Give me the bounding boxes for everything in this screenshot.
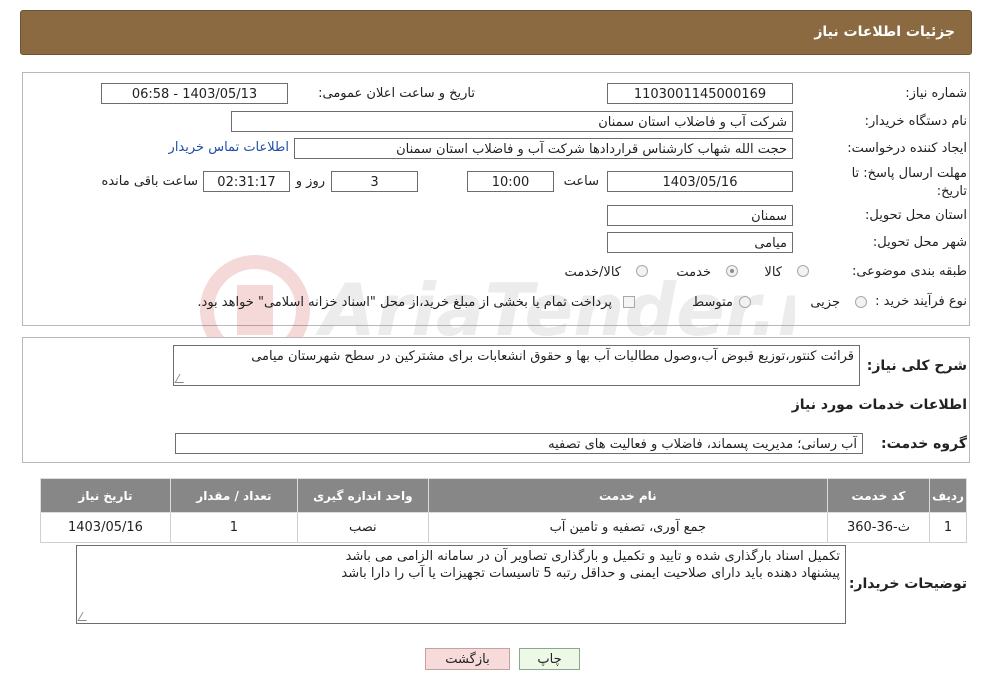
treasury-payment-text: پرداخت تمام یا بخشی از مبلغ خرید،از محل … <box>197 295 612 310</box>
category-option-service: خدمت <box>676 265 711 280</box>
col-qty: تعداد / مقدار <box>169 478 298 513</box>
page-title: جزئیات اطلاعات نیاز <box>814 24 955 40</box>
process-label: نوع فرآیند خرید : <box>875 294 967 309</box>
service-group-label: گروه خدمت: <box>881 436 967 452</box>
category-label: طبقه بندی موضوعی: <box>851 264 967 279</box>
deadline-label: مهلت ارسال پاسخ: تا تاریخ: <box>851 166 967 199</box>
deadline-time-field: 10:00 <box>467 171 554 192</box>
category-radio-goods-service[interactable] <box>636 265 648 277</box>
days-field: 3 <box>331 171 418 192</box>
services-section-title: اطلاعات خدمات مورد نیاز <box>791 397 967 413</box>
announce-field: 1403/05/13 - 06:58 <box>101 83 288 104</box>
cell-unit: نصب <box>296 512 429 543</box>
announce-label: تاریخ و ساعت اعلان عمومی: <box>318 86 475 101</box>
table-header-row: ردیف کد خدمت نام خدمت واحد اندازه گیری ت… <box>40 478 967 513</box>
cell-date: 1403/05/16 <box>40 512 171 543</box>
province-label: استان محل تحویل: <box>865 208 967 223</box>
buyer-notes-line: تکمیل اسناد بارگذاری شده و تایید و تکمیل… <box>345 549 840 564</box>
col-unit: واحد اندازه گیری <box>296 478 429 513</box>
remaining-label: ساعت باقی مانده <box>101 174 198 189</box>
services-table: ردیف کد خدمت نام خدمت واحد اندازه گیری ت… <box>40 478 967 543</box>
buyer-notes-textarea: تکمیل اسناد بارگذاری شده و تایید و تکمیل… <box>76 545 846 624</box>
days-label: روز و <box>295 174 325 189</box>
resize-handle[interactable] <box>77 612 92 621</box>
buyer-org-field: شرکت آب و فاضلاب استان سمنان <box>231 111 793 132</box>
creator-field: حجت الله شهاب کارشناس قراردادها شرکت آب … <box>294 138 793 159</box>
col-name: نام خدمت <box>427 478 828 513</box>
process-radio-medium[interactable] <box>739 296 751 308</box>
creator-label: ایجاد کننده درخواست: <box>847 141 967 156</box>
province-field: سمنان <box>607 205 793 226</box>
category-radio-goods[interactable] <box>797 265 809 277</box>
col-code: کد خدمت <box>826 478 931 513</box>
resize-handle[interactable] <box>174 374 189 383</box>
process-option-minor: جزیی <box>810 295 840 310</box>
cell-code: ث-36-360 <box>826 512 931 543</box>
category-option-goods: کالا <box>764 265 782 280</box>
table-row: 1 ث-36-360 جمع آوری، تصفیه و تامین آب نص… <box>40 512 967 543</box>
treasury-payment-checkbox[interactable] <box>623 296 635 308</box>
service-group-field: آب رسانی؛ مدیریت پسماند، فاضلاب و فعالیت… <box>175 433 863 454</box>
back-button[interactable]: بازگشت <box>425 648 510 670</box>
print-button[interactable]: چاپ <box>519 648 580 670</box>
need-number-label: شماره نیاز: <box>905 86 967 101</box>
summary-text: قرائت کنتور،توزیع قبوض آب،وصول مطالبات آ… <box>251 349 854 364</box>
summary-textarea: قرائت کنتور،توزیع قبوض آب،وصول مطالبات آ… <box>173 345 860 386</box>
city-field: میامی <box>607 232 793 253</box>
process-radio-minor[interactable] <box>855 296 867 308</box>
col-date: تاریخ نیاز <box>40 478 171 513</box>
cell-name: جمع آوری، تصفیه و تامین آب <box>427 512 828 543</box>
buyer-notes-label: توضیحات خریدار: <box>848 576 967 592</box>
cell-row: 1 <box>929 512 967 543</box>
deadline-time-label: ساعت <box>563 174 599 189</box>
cell-qty: 1 <box>169 512 298 543</box>
summary-label: شرح کلی نیاز: <box>866 358 967 374</box>
remaining-time-field: 02:31:17 <box>203 171 290 192</box>
buyer-notes-line: پیشنهاد دهنده باید دارای صلاحیت ایمنی و … <box>341 566 840 581</box>
buyer-org-label: نام دستگاه خریدار: <box>864 114 967 129</box>
deadline-date-field: 1403/05/16 <box>607 171 793 192</box>
col-row: ردیف <box>929 478 967 513</box>
page-header: جزئیات اطلاعات نیاز <box>20 10 972 55</box>
buyer-contact-link[interactable]: اطلاعات تماس خریدار <box>169 140 289 155</box>
city-label: شهر محل تحویل: <box>872 235 967 250</box>
need-number-field: 1103001145000169 <box>607 83 793 104</box>
process-option-medium: متوسط <box>692 295 733 310</box>
category-radio-service[interactable] <box>726 265 738 277</box>
category-option-goods-service: کالا/خدمت <box>564 265 621 280</box>
